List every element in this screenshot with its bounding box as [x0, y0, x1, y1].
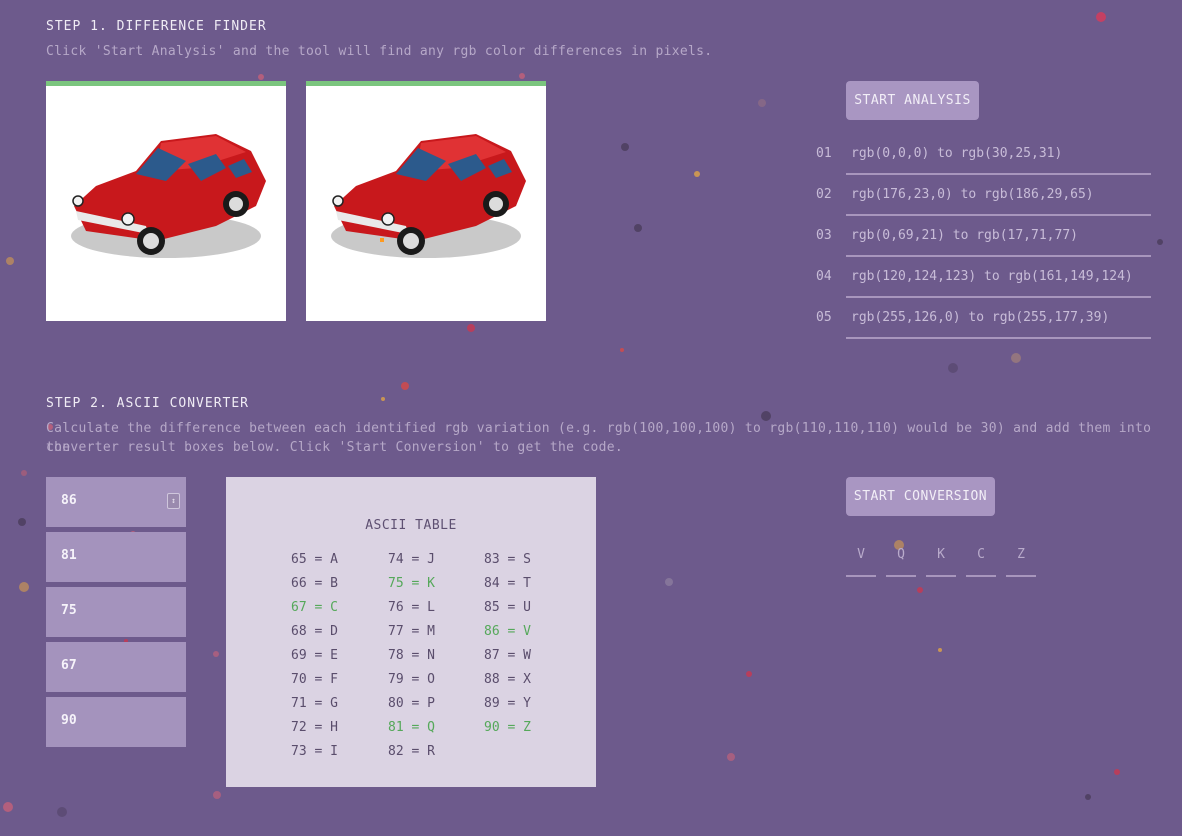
ascii-table-entry: 87 = W — [484, 648, 531, 663]
start-analysis-button[interactable]: START ANALYSIS — [846, 81, 979, 120]
output-letter: C — [966, 547, 996, 577]
converter-input[interactable]: 75 — [46, 587, 186, 637]
decorative-dot — [19, 582, 29, 592]
decorative-dot — [1114, 769, 1120, 775]
original-image-panel[interactable] — [46, 81, 286, 321]
ascii-table-entry: 78 = N — [388, 648, 435, 663]
decorative-dot — [758, 99, 766, 107]
ascii-table-entry: 75 = K — [388, 576, 435, 591]
result-row: 02 rgb(176,23,0) to rgb(186,29,65) — [816, 187, 1151, 227]
decorative-dot — [57, 807, 67, 817]
decorative-dot — [519, 73, 525, 79]
decorative-dot — [18, 518, 26, 526]
step2-description-line2: converter result boxes below. Click 'Sta… — [46, 440, 623, 455]
decorative-dot — [1157, 239, 1163, 245]
ascii-table-panel: ASCII TABLE 65 = A 66 = B 67 = C 68 = D 69 =… — [226, 477, 596, 787]
decorative-dot — [3, 802, 13, 812]
ascii-table-entry: 73 = I — [291, 744, 338, 759]
ascii-table-entry: 88 = X — [484, 672, 531, 687]
decorative-dot — [1011, 353, 1021, 363]
ascii-table-entry: 69 = E — [291, 648, 338, 663]
output-letter: Q — [886, 547, 916, 577]
result-field[interactable]: rgb(0,0,0) to rgb(30,25,31) — [846, 146, 1151, 175]
start-conversion-button[interactable]: START CONVERSION — [846, 477, 995, 516]
step2-title: STEP 2. ASCII CONVERTER — [46, 396, 250, 411]
result-number: 03 — [816, 228, 832, 243]
ascii-table-entry: 86 = V — [484, 624, 531, 639]
ascii-table-entry: 67 = C — [291, 600, 338, 615]
ascii-table-title: ASCII TABLE — [365, 518, 457, 533]
result-row: 03 rgb(0,69,21) to rgb(17,71,77) — [816, 228, 1151, 268]
result-field[interactable]: rgb(176,23,0) to rgb(186,29,65) — [846, 187, 1151, 216]
decorative-dot — [948, 363, 958, 373]
decorative-dot — [620, 348, 624, 352]
ascii-table-entry: 74 = J — [388, 552, 435, 567]
step1-title: STEP 1. DIFFERENCE FINDER — [46, 19, 267, 34]
decorative-dot — [6, 257, 14, 265]
converter-input[interactable]: 67 — [46, 642, 186, 692]
red-car-image-right — [331, 134, 526, 258]
converter-value: 67 — [61, 658, 77, 673]
decorative-dot — [938, 648, 942, 652]
converter-input[interactable]: 90 — [46, 697, 186, 747]
ascii-table-entry: 70 = F — [291, 672, 338, 687]
output-letter: K — [926, 547, 956, 577]
output-letter: Z — [1006, 547, 1036, 577]
decorative-dot — [21, 470, 27, 476]
step1-description: Click 'Start Analysis' and the tool will… — [46, 44, 713, 59]
result-row: 04 rgb(120,124,123) to rgb(161,149,124) — [816, 269, 1151, 309]
ascii-table-entry: 66 = B — [291, 576, 338, 591]
ascii-table-entry: 71 = G — [291, 696, 338, 711]
decorative-dot — [401, 382, 409, 390]
result-number: 01 — [816, 146, 832, 161]
converter-value: 86 — [61, 493, 77, 508]
modified-image-panel[interactable] — [306, 81, 546, 321]
red-car-image-left — [71, 134, 266, 258]
decorative-dot — [621, 143, 629, 151]
decorative-dot — [917, 587, 923, 593]
ascii-table-entry: 80 = P — [388, 696, 435, 711]
ascii-table-entry: 90 = Z — [484, 720, 531, 735]
decorative-dot — [1096, 12, 1106, 22]
ascii-table-entry: 79 = O — [388, 672, 435, 687]
decorative-dot — [1085, 794, 1091, 800]
ascii-table-entry: 89 = Y — [484, 696, 531, 711]
decorative-dot — [634, 224, 642, 232]
ascii-table-entry: 83 = S — [484, 552, 531, 567]
converter-value: 90 — [61, 713, 77, 728]
ascii-table-entry: 72 = H — [291, 720, 338, 735]
converter-value: 81 — [61, 548, 77, 563]
ascii-table-entry: 68 = D — [291, 624, 338, 639]
decorative-dot — [746, 671, 752, 677]
ascii-table-entry: 81 = Q — [388, 720, 435, 735]
decorative-dot — [258, 74, 264, 80]
result-number: 02 — [816, 187, 832, 202]
decorative-dot — [665, 578, 673, 586]
result-field[interactable]: rgb(120,124,123) to rgb(161,149,124) — [846, 269, 1151, 298]
ascii-table-entry: 85 = U — [484, 600, 531, 615]
decorative-dot — [381, 397, 385, 401]
decorative-dot — [213, 791, 221, 799]
decorative-dot — [213, 651, 219, 657]
result-number: 05 — [816, 310, 832, 325]
result-row: 01 rgb(0,0,0) to rgb(30,25,31) — [816, 146, 1151, 186]
page: { "step1": { "title": "STEP 1. DIFFERENC… — [0, 0, 1182, 836]
decorative-dot — [727, 753, 735, 761]
ascii-table-entry: 65 = A — [291, 552, 338, 567]
ascii-table-entry: 76 = L — [388, 600, 435, 615]
result-number: 04 — [816, 269, 832, 284]
result-row: 05 rgb(255,126,0) to rgb(255,177,39) — [816, 310, 1151, 350]
converter-value: 75 — [61, 603, 77, 618]
decorative-dot — [467, 324, 475, 332]
decorative-dot — [694, 171, 700, 177]
output-letter: V — [846, 547, 876, 577]
ascii-table-entry: 77 = M — [388, 624, 435, 639]
converter-input[interactable]: 81 — [46, 532, 186, 582]
number-stepper-icon[interactable]: ↕ — [167, 493, 180, 509]
result-field[interactable]: rgb(0,69,21) to rgb(17,71,77) — [846, 228, 1151, 257]
converter-input[interactable]: 86 ↕ — [46, 477, 186, 527]
ascii-table-entry: 84 = T — [484, 576, 531, 591]
ascii-table-entry: 82 = R — [388, 744, 435, 759]
result-field[interactable]: rgb(255,126,0) to rgb(255,177,39) — [846, 310, 1151, 339]
